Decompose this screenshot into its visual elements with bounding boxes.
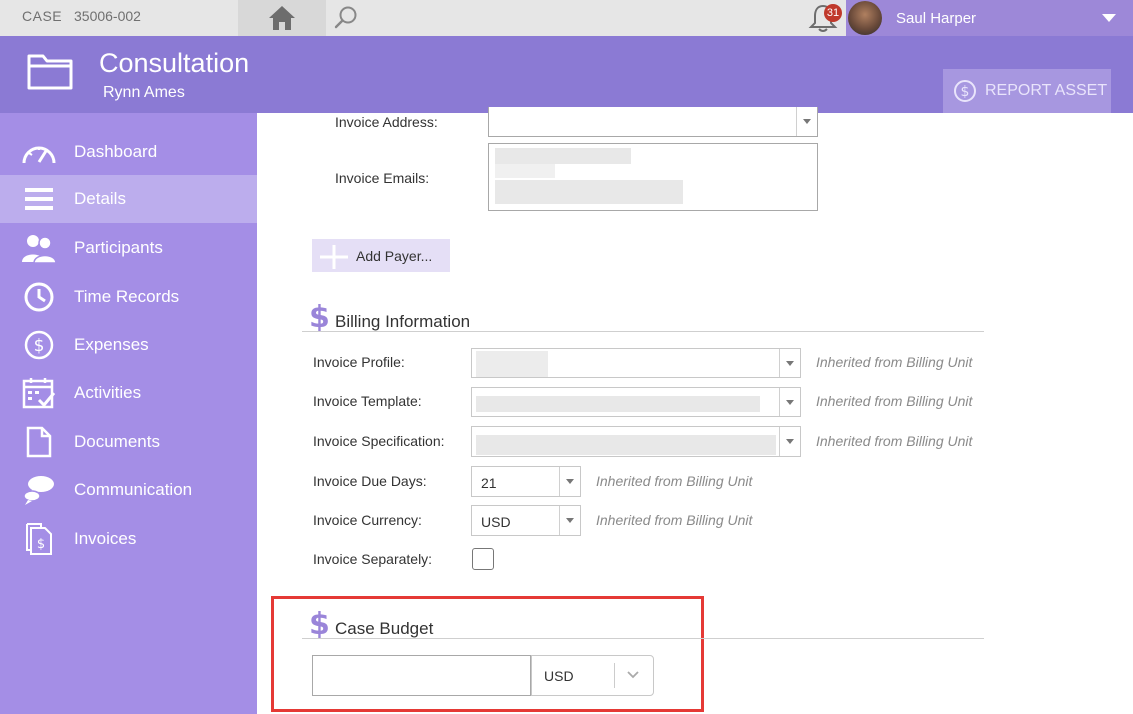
invoice-address-label: Invoice Address: [335, 114, 438, 130]
search-icon [334, 6, 357, 29]
chevron-down-icon[interactable] [626, 668, 640, 682]
page-subtitle: Rynn Ames [103, 84, 185, 101]
clock-icon [20, 280, 58, 314]
list-icon [20, 182, 58, 216]
sidebar-item-label: Expenses [74, 335, 149, 354]
calendar-check-icon [20, 376, 58, 410]
sidebar-item-dashboard[interactable]: Dashboard [0, 128, 257, 176]
invoice-separately-checkbox[interactable] [472, 548, 494, 570]
avatar[interactable] [848, 1, 882, 35]
select-separator [614, 663, 615, 688]
dropdown-arrow-icon[interactable] [779, 388, 800, 416]
sidebar-item-label: Invoices [74, 529, 137, 548]
redacted-text [495, 164, 555, 178]
redacted-text [476, 435, 776, 455]
invoice-icon: $ [20, 522, 58, 556]
budget-currency-select[interactable]: USD [531, 655, 654, 696]
sidebar-item-label: Details [74, 189, 126, 208]
case-budget-input[interactable] [312, 655, 531, 696]
user-menu[interactable] [846, 0, 1133, 36]
sidebar-item-expenses[interactable]: $ Expenses [0, 321, 257, 369]
chat-bubbles-icon [20, 473, 58, 507]
page-title: Consultation [99, 48, 250, 78]
case-label: CASE [22, 8, 63, 24]
sidebar-item-label: Activities [74, 383, 142, 402]
chevron-down-icon[interactable] [1102, 14, 1116, 22]
invoice-due-days-label: Invoice Due Days: [313, 473, 427, 489]
invoice-template-label: Invoice Template: [313, 393, 422, 409]
sidebar-item-communication[interactable]: Communication [0, 466, 257, 514]
add-payer-label: Add Payer... [356, 247, 433, 264]
sidebar-item-participants[interactable]: Participants [0, 224, 257, 272]
inherited-note: Inherited from Billing Unit [816, 393, 973, 409]
add-payer-button[interactable]: Add Payer... [312, 239, 450, 272]
dropdown-arrow-icon[interactable] [779, 349, 800, 377]
due-days-value: 21 [481, 475, 497, 491]
dropdown-arrow-icon[interactable] [559, 506, 580, 535]
dropdown-arrow-icon[interactable] [779, 427, 800, 456]
sidebar-item-label: Time Records [74, 287, 180, 306]
dollar-circle-icon: $ [954, 80, 976, 102]
invoice-specification-label: Invoice Specification: [313, 433, 445, 449]
notification-badge: 31 [824, 4, 842, 22]
inherited-note: Inherited from Billing Unit [596, 473, 753, 489]
document-icon [20, 425, 58, 459]
case-number: 35006-002 [74, 8, 141, 24]
inherited-note: Inherited from Billing Unit [596, 512, 753, 528]
budget-currency-value: USD [544, 668, 574, 684]
dropdown-arrow-icon[interactable] [559, 467, 580, 496]
invoice-currency-label: Invoice Currency: [313, 512, 422, 528]
top-bar: CASE 35006-002 31 Saul Harper [0, 0, 1133, 36]
redacted-text [495, 180, 683, 204]
svg-text:$: $ [37, 537, 45, 552]
user-name[interactable]: Saul Harper [896, 10, 976, 27]
currency-value: USD [481, 514, 511, 530]
svg-text:$: $ [961, 84, 970, 100]
invoice-template-select[interactable] [471, 387, 801, 417]
report-asset-label: REPORT ASSET [985, 82, 1108, 99]
dollar-icon: $ [309, 607, 330, 642]
sidebar-item-invoices[interactable]: $ Invoices [0, 515, 257, 563]
dropdown-arrow-icon[interactable] [796, 107, 817, 136]
report-asset-button[interactable]: $ REPORT ASSET [943, 69, 1111, 113]
sidebar-item-label: Documents [74, 432, 160, 451]
search-button[interactable] [326, 0, 366, 36]
svg-text:$: $ [34, 336, 45, 356]
sidebar: Dashboard Details Participants Time Reco… [0, 113, 257, 714]
speedometer-icon [20, 135, 58, 169]
billing-section-title: Billing Information [335, 312, 471, 331]
inherited-note: Inherited from Billing Unit [816, 433, 973, 449]
invoice-profile-label: Invoice Profile: [313, 354, 405, 370]
invoice-currency-select[interactable]: USD [471, 505, 581, 536]
home-button[interactable] [238, 0, 326, 36]
sidebar-item-time-records[interactable]: Time Records [0, 273, 257, 321]
redacted-text [476, 351, 548, 377]
invoice-specification-select[interactable] [471, 426, 801, 457]
sidebar-item-details[interactable]: Details [0, 175, 257, 223]
invoice-separately-label: Invoice Separately: [313, 551, 433, 567]
sidebar-item-label: Dashboard [74, 142, 158, 161]
plus-icon [320, 245, 348, 269]
redacted-text [495, 148, 631, 164]
home-icon [269, 6, 295, 30]
sidebar-item-activities[interactable]: Activities [0, 369, 257, 417]
invoice-emails-label: Invoice Emails: [335, 170, 430, 186]
redacted-text [476, 396, 760, 412]
invoice-address-select[interactable] [488, 107, 818, 137]
sidebar-item-documents[interactable]: Documents [0, 418, 257, 466]
sidebar-item-label: Communication [74, 480, 193, 499]
folder-icon [27, 54, 73, 90]
dollar-icon: $ [309, 300, 330, 335]
sidebar-item-label: Participants [74, 238, 163, 257]
section-divider [302, 638, 984, 639]
case-budget-title: Case Budget [335, 619, 434, 638]
invoice-emails-field[interactable] [488, 143, 818, 211]
people-icon [20, 231, 58, 265]
invoice-due-days-select[interactable]: 21 [471, 466, 581, 497]
dollar-circle-icon: $ [20, 328, 58, 362]
invoice-profile-select[interactable] [471, 348, 801, 378]
inherited-note: Inherited from Billing Unit [816, 354, 973, 370]
section-divider [302, 331, 984, 332]
